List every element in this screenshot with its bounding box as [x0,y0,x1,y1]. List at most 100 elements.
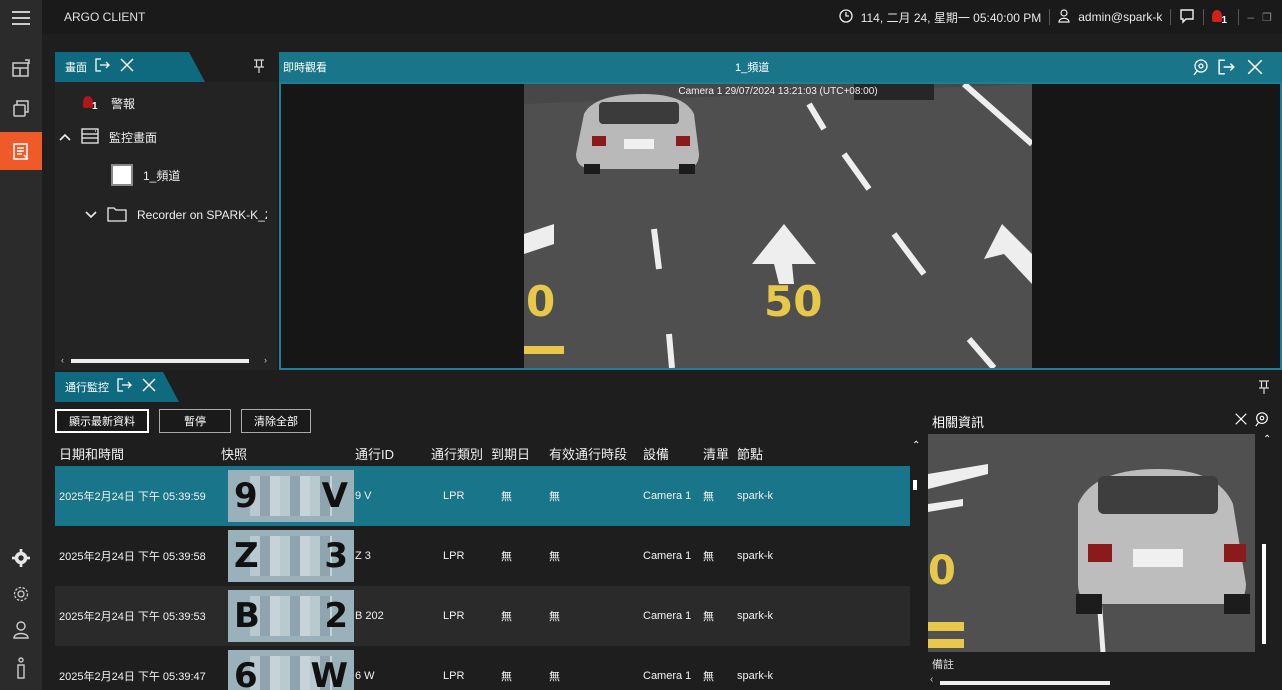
info-hscroll-thumb[interactable] [940,681,1110,685]
info-icon[interactable] [0,650,42,686]
plate-last-char: 2 [324,596,348,636]
close-icon[interactable] [141,377,157,397]
column-header[interactable]: 快照 [221,440,247,466]
info-horizontal-scrollbar[interactable]: ‹ [928,674,1255,688]
cell-node: spark-k [737,550,774,562]
pin-icon[interactable] [253,58,265,77]
settings-solid-icon[interactable] [0,540,42,576]
cell-expiry: 無 [501,551,512,563]
ptz-icon[interactable] [1192,58,1210,79]
column-header[interactable]: 清單 [703,440,729,466]
gear-icon[interactable] [0,576,42,612]
plate-snapshot[interactable]: B2 [228,590,354,642]
info-scroll-thumb[interactable] [1262,544,1266,644]
column-header[interactable]: 設備 [643,440,669,466]
cell-category: LPR [443,610,465,622]
restore-icon[interactable]: ❐ [1262,11,1272,24]
live-view-label: 即時觀看 [283,62,327,74]
layout-icon[interactable] [0,50,42,86]
note-label: 備註 [932,659,954,671]
table-row[interactable]: 2025年2月24日 下午 05:39:58 Z 3 Z 3 LPR 無無 Camera 1… [55,526,910,586]
tab-screen[interactable]: 畫面 [55,52,205,82]
cell-period: 無 [549,551,560,563]
close-icon[interactable] [1246,58,1264,79]
plate-snapshot[interactable]: 6W [228,650,354,690]
plate-last-char: W [310,656,348,690]
menu-icon[interactable] [0,0,42,36]
cell-category: LPR [443,550,465,562]
close-icon[interactable] [1234,412,1248,429]
column-header[interactable]: 到期日 [491,440,530,466]
datetime-text: 114, 二月 24, 星期一 05:40:00 PM [860,10,1042,25]
tree-item-alarm[interactable]: 1 警報 [83,88,135,118]
column-header[interactable]: 通行類別 [431,440,483,466]
show-latest-button[interactable]: 顯示最新資料 [55,409,149,433]
car-silhouette [576,94,699,174]
divider [1238,9,1240,25]
column-header[interactable]: 日期和時間 [59,440,124,466]
table-scroll-thumb[interactable] [913,480,917,490]
plate-blur [250,536,332,576]
scroll-up-icon[interactable]: ⌃ [1263,434,1271,445]
minimize-icon[interactable]: – [1247,10,1254,24]
tree-channel-label: 1_頻道 [143,168,181,183]
info-scrollbar[interactable]: ⌃ [1255,434,1282,652]
cell-device: Camera 1 [643,670,692,682]
tree-alarm-label: 警報 [111,96,136,111]
tree-item-monitor[interactable]: 監控畫面 [59,122,157,152]
cell-datetime: 2025年2月24日 下午 05:39:53 [59,611,206,623]
table-row[interactable]: 2025年2月24日 下午 05:39:59 9 V 9 V LPR 無無 Camera 1… [55,466,910,526]
scroll-left-icon[interactable]: ‹ [930,674,933,685]
live-view[interactable]: 50 0 Camera 1 29/07/2024 13:21:03 (UTC+0… [279,82,1282,370]
clear-all-button[interactable]: 清除全部 [241,409,311,433]
cell-list: 無 [703,491,714,503]
live-view-tabbar: 即時觀看 1_頻道 [279,52,1282,82]
close-icon[interactable] [119,57,135,77]
plate-snapshot[interactable]: Z3 [228,530,354,582]
snapshot-image[interactable]: 0 [928,434,1255,652]
column-header[interactable]: 節點 [737,440,763,466]
popout-icon[interactable] [95,58,111,76]
tab-traffic[interactable]: 通行監控 [55,372,179,402]
chevron-down-icon[interactable] [85,208,97,222]
traffic-panel-tabbar: 通行監控 [55,372,1282,402]
plate-blur [250,476,332,516]
tree-item-channel[interactable]: 1_頻道 [111,160,180,190]
road-marking-text: 0 [928,548,956,594]
chat-icon[interactable] [1179,8,1195,27]
table-row[interactable]: 2025年2月24日 下午 05:39:53 B 2 B 202 LPR 無無 Camera… [55,586,910,646]
scroll-right-icon[interactable]: › [264,355,267,365]
cell-list: 無 [703,551,714,563]
channel-icon [111,164,133,186]
road-marking-text: 50 [764,277,822,326]
camera-frame[interactable]: 50 0 Camera 1 29/07/2024 13:21:03 (UTC+0… [524,84,1032,368]
tree-horizontal-scrollbar[interactable]: ‹ › [61,355,271,366]
column-header[interactable]: 有效通行時段 [549,440,627,466]
scroll-up-icon[interactable]: ⌃ [912,440,920,451]
user-icon[interactable] [0,612,42,648]
cell-expiry: 無 [501,611,512,623]
cell-list: 無 [703,611,714,623]
ptz-icon[interactable] [1254,411,1270,430]
pause-button[interactable]: 暫停 [159,409,231,433]
alarm-badge[interactable]: 1 [1212,8,1230,26]
pin-icon[interactable] [1258,379,1270,398]
cell-pass-id: B 202 [355,610,384,622]
user-name[interactable]: admin@spark-k [1078,10,1162,24]
cell-device: Camera 1 [643,550,692,562]
tab-traffic-label: 通行監控 [65,382,109,394]
table-row[interactable]: 2025年2月24日 下午 05:39:47 6 W 6 W LPR 無無 Camera 1… [55,646,910,690]
tree-item-recorder[interactable]: Recorder on SPARK-K_2: [85,200,267,230]
chevron-up-icon[interactable] [59,130,71,144]
tree-recorder-label: Recorder on SPARK-K_2: [137,208,267,222]
scroll-left-icon[interactable]: ‹ [61,355,64,365]
tree-monitor-label: 監控畫面 [109,130,158,145]
scroll-thumb[interactable] [71,359,249,363]
windows-icon[interactable] [0,90,42,126]
log-icon[interactable] [0,132,42,170]
popout-icon[interactable] [117,378,133,396]
column-header[interactable]: 通行ID [355,440,394,466]
plate-snapshot[interactable]: 9V [228,470,354,522]
popout-icon[interactable] [1218,59,1236,78]
plate-first-char: 9 [234,476,258,516]
